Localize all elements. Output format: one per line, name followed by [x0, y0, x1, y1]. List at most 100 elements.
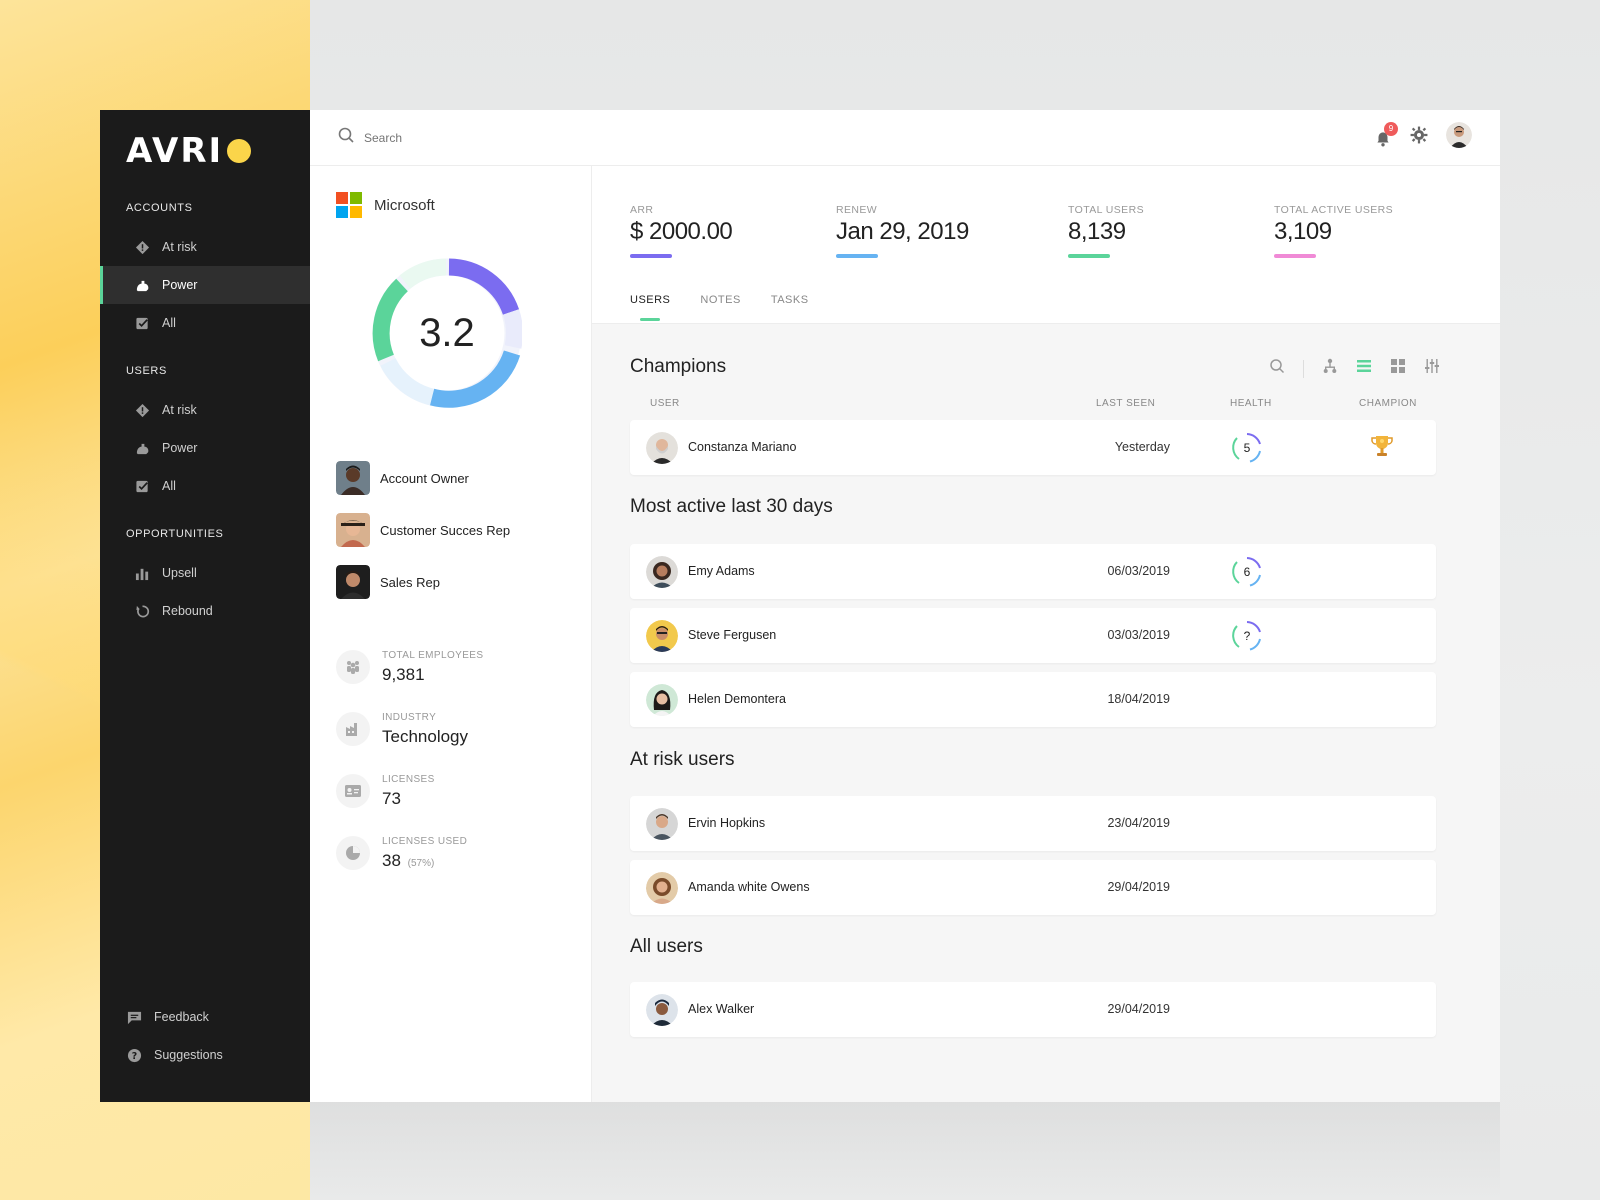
kpi-renew: RENEW Jan 29, 2019 — [836, 204, 969, 258]
user-name: Constanza Mariano — [688, 440, 797, 454]
notifications-button[interactable]: 9 — [1374, 121, 1398, 147]
last-seen: 18/04/2019 — [1107, 692, 1170, 706]
kpi-value: 8,139 — [1068, 218, 1126, 245]
tabs: USERS NOTES TASKS — [630, 294, 809, 324]
sidebar-item-label: At risk — [162, 403, 197, 417]
top-bar: 9 — [310, 110, 1500, 166]
refresh-icon — [134, 603, 150, 619]
svg-text:?: ? — [131, 1050, 136, 1061]
table-row[interactable]: Steve Fergusen 03/03/2019 ? — [630, 608, 1436, 663]
user-name: Steve Fergusen — [688, 628, 777, 642]
gear-icon[interactable] — [1410, 126, 1428, 149]
kpi-total-active-users: TOTAL ACTIVE USERS 3,109 — [1274, 204, 1393, 258]
kpi-bar — [630, 254, 672, 258]
user-name: Alex Walker — [688, 1002, 755, 1016]
view-toolbar — [1269, 358, 1440, 379]
filter-sliders-icon[interactable] — [1424, 358, 1440, 379]
stat-total-employees: TOTAL EMPLOYEES 9,381 — [336, 636, 483, 698]
avatar — [336, 513, 370, 547]
sidebar-item-rebound[interactable]: Rebound — [100, 592, 310, 630]
sidebar-item-feedback[interactable]: Feedback — [100, 998, 310, 1036]
microsoft-logo-icon — [336, 192, 362, 218]
company-header: Microsoft — [336, 192, 435, 218]
avatar — [646, 432, 678, 464]
hierarchy-icon[interactable] — [1322, 358, 1338, 379]
sidebar-item-suggestions[interactable]: ? Suggestions — [100, 1036, 310, 1074]
last-seen: 29/04/2019 — [1107, 880, 1170, 894]
stat-label: TOTAL EMPLOYEES — [382, 649, 484, 661]
section-title-most-active: Most active last 30 days — [630, 496, 833, 517]
top-actions: 9 — [1374, 121, 1472, 153]
sidebar-item-accounts-power[interactable]: Power — [100, 266, 310, 304]
search-icon[interactable] — [1269, 358, 1285, 379]
search-bar — [338, 127, 1374, 148]
pie-icon — [336, 836, 370, 870]
sidebar-item-users-at-risk[interactable]: At risk — [100, 391, 310, 429]
kpi-arr: ARR $ 2000.00 — [630, 204, 733, 258]
team-member-account-owner[interactable]: Account Owner — [336, 452, 510, 504]
sidebar-item-users-power[interactable]: Power — [100, 429, 310, 467]
stat-licenses: LICENSES 73 — [336, 760, 483, 822]
tab-tasks[interactable]: TASKS — [771, 294, 809, 324]
kpi-value: Jan 29, 2019 — [836, 218, 969, 245]
health-score: 6 — [1243, 565, 1251, 579]
column-header-champion[interactable]: CHAMPION — [1359, 398, 1417, 409]
sidebar-bottom: Feedback ? Suggestions — [100, 998, 310, 1074]
section-title-at-risk: At risk users — [630, 749, 735, 770]
account-team: Account Owner Customer Succes Rep Sales … — [336, 452, 510, 608]
people-icon — [336, 650, 370, 684]
stat-value: 38 (57%) — [382, 851, 467, 871]
tab-notes[interactable]: NOTES — [700, 294, 740, 324]
kpi-bar — [836, 254, 878, 258]
table-row[interactable]: Ervin Hopkins 23/04/2019 — [630, 796, 1436, 851]
table-row[interactable]: Helen Demontera 18/04/2019 — [630, 672, 1436, 727]
grid-view-icon[interactable] — [1390, 358, 1406, 379]
last-seen: 23/04/2019 — [1107, 816, 1170, 830]
sidebar-item-label: All — [162, 316, 176, 330]
avatar — [646, 872, 678, 904]
kpi-total-users: TOTAL USERS 8,139 — [1068, 204, 1144, 258]
column-header-user[interactable]: USER — [650, 398, 680, 409]
column-header-last-seen[interactable]: LAST SEEN — [1096, 398, 1155, 409]
tab-users[interactable]: USERS — [630, 294, 670, 324]
main-area: 9 Microsoft — [310, 110, 1500, 1102]
search-input[interactable] — [364, 130, 564, 145]
sidebar-item-accounts-at-risk[interactable]: At risk — [100, 228, 310, 266]
user-name: Emy Adams — [688, 564, 755, 578]
column-headers: USER LAST SEEN HEALTH CHAMPION — [630, 398, 1436, 414]
search-icon[interactable] — [338, 127, 354, 148]
section-title-all-users: All users — [630, 936, 703, 957]
team-member-customer-success-rep[interactable]: Customer Succes Rep — [336, 504, 510, 556]
logo[interactable]: AVRI — [126, 134, 252, 168]
app-window: AVRI ACCOUNTS At risk Power All USERS At… — [100, 110, 1500, 1102]
stat-licenses-used: LICENSES USED 38 (57%) — [336, 822, 483, 884]
sidebar-item-accounts-all[interactable]: All — [100, 304, 310, 342]
alert-diamond-icon — [134, 239, 150, 255]
table-row[interactable]: Emy Adams 06/03/2019 6 — [630, 544, 1436, 599]
table-row[interactable]: Alex Walker 29/04/2019 — [630, 982, 1436, 1037]
avatar[interactable] — [1446, 122, 1472, 153]
team-member-sales-rep[interactable]: Sales Rep — [336, 556, 510, 608]
stat-value: 9,381 — [382, 664, 425, 684]
trophy-icon — [1370, 434, 1394, 465]
user-name: Amanda white Owens — [688, 880, 810, 894]
nav-section-title: ACCOUNTS — [126, 202, 193, 214]
sidebar-item-upsell[interactable]: Upsell — [100, 554, 310, 592]
stat-value: 73 — [382, 788, 401, 808]
avatar — [336, 461, 370, 495]
logo-dot — [227, 139, 252, 163]
table-row[interactable]: Amanda white Owens 29/04/2019 — [630, 860, 1436, 915]
kpi-value: $ 2000.00 — [630, 218, 733, 245]
stat-value: Technology — [382, 726, 469, 746]
list-view-icon[interactable] — [1356, 358, 1372, 379]
question-icon: ? — [126, 1047, 142, 1063]
last-seen: 06/03/2019 — [1107, 564, 1170, 578]
sidebar-item-users-all[interactable]: All — [100, 467, 310, 505]
checkbox-icon — [134, 478, 150, 494]
team-role: Sales Rep — [380, 574, 440, 590]
column-header-health[interactable]: HEALTH — [1230, 398, 1272, 409]
table-row[interactable]: Constanza Mariano Yesterday 5 — [630, 420, 1436, 475]
checkbox-icon — [134, 315, 150, 331]
stat-label: LICENSES — [382, 773, 435, 785]
sidebar-item-label: Feedback — [154, 1010, 209, 1024]
